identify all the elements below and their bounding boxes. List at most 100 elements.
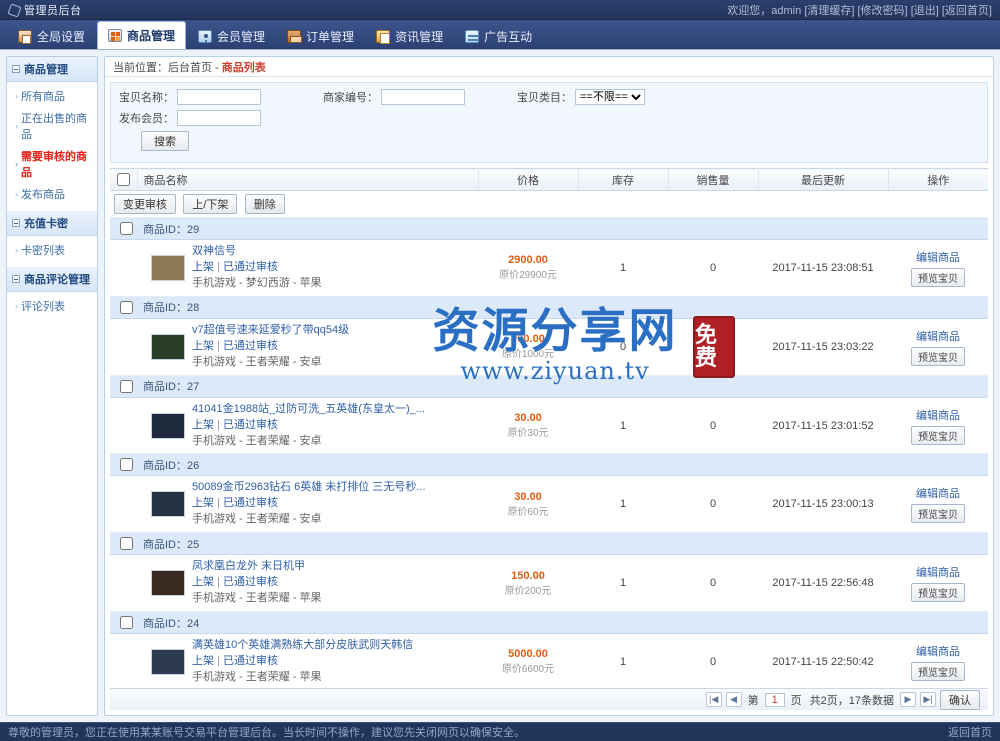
goods-id-label: 商品ID：28 — [137, 295, 988, 319]
last-page-button[interactable]: ▶| — [920, 692, 936, 707]
page-number-input[interactable] — [764, 692, 785, 707]
tab-goods-management[interactable]: 商品管理 — [97, 21, 187, 49]
sidebar-item-card-list[interactable]: › 卡密列表 — [7, 239, 97, 261]
goods-thumbnail[interactable] — [151, 570, 185, 597]
first-page-button[interactable]: |◀ — [705, 692, 722, 707]
edit-goods-link[interactable]: 编辑商品 — [888, 407, 988, 423]
preview-goods-button[interactable]: 预览宝贝 — [911, 504, 965, 524]
goods-title-link[interactable]: 双神信号 — [192, 244, 322, 260]
row-checkbox[interactable] — [120, 300, 133, 314]
goods-thumbnail[interactable] — [151, 254, 185, 281]
change-password-link[interactable]: [修改密码] — [858, 5, 908, 17]
order-icon — [287, 29, 303, 43]
goods-thumbnail[interactable] — [151, 648, 185, 675]
confirm-page-button[interactable]: 确认 — [940, 689, 980, 710]
sidebar-group-title: 充值卡密 — [24, 218, 68, 230]
price-cell: 2900.00 原价29900元 — [478, 239, 578, 297]
sidebar-group-header[interactable]: 商品评论管理 — [7, 267, 97, 292]
select-all-checkbox[interactable] — [117, 173, 131, 186]
sidebar-item-publish-goods[interactable]: › 发布商品 — [7, 183, 97, 205]
back-home-link[interactable]: [返回首页] — [942, 5, 992, 17]
tab-global-settings[interactable]: 全局设置 — [8, 23, 95, 49]
goods-thumbnail[interactable] — [151, 333, 185, 360]
toggle-shelf-button[interactable]: 上/下架 — [183, 194, 238, 214]
sidebar-group-header[interactable]: 商品管理 — [7, 57, 97, 82]
category-select[interactable]: ==不限== — [575, 89, 645, 105]
clear-cache-link[interactable]: [清理缓存] — [804, 5, 854, 17]
header-last-update: 最后更新 — [758, 168, 889, 191]
content-panel: 当前位置：后台首页 - 商品列表 宝贝名称： 商家编号： 宝贝类目： ==不限=… — [104, 56, 994, 716]
page-suffix-label: 页 — [790, 694, 802, 707]
row-select-cell — [110, 217, 137, 240]
edit-goods-link[interactable]: 编辑商品 — [888, 328, 988, 344]
header-sales: 销售量 — [668, 168, 759, 191]
publish-member-input[interactable] — [177, 110, 261, 126]
sidebar-item-all-goods[interactable]: › 所有商品 — [7, 85, 97, 107]
change-review-button[interactable]: 变更审核 — [114, 194, 176, 214]
edit-goods-link[interactable]: 编辑商品 — [888, 249, 988, 265]
prev-page-button[interactable]: ◀ — [725, 692, 742, 707]
price-cell: 30.00 原价30元 — [478, 397, 578, 455]
search-button[interactable]: 搜索 — [141, 131, 189, 151]
tab-ad-interaction[interactable]: 广告互动 — [455, 23, 542, 49]
tab-label: 资讯管理 — [395, 29, 444, 44]
row-checkbox[interactable] — [120, 616, 133, 630]
table-body: 变更审核 上/下架 删除 — [110, 190, 988, 218]
goods-thumbnail[interactable] — [151, 412, 185, 439]
stock-cell: 1 — [578, 475, 668, 534]
edit-goods-link[interactable]: 编辑商品 — [888, 564, 988, 580]
goods-title-link[interactable]: 满英雄10个英雄满熟练大部分皮肤武则天韩信 — [192, 638, 413, 654]
price-cell: 900.00 原价1000元 — [478, 318, 578, 376]
preview-goods-button[interactable]: 预览宝贝 — [911, 425, 965, 445]
delete-button[interactable]: 删除 — [244, 194, 285, 214]
original-price: 原价30元 — [507, 428, 549, 440]
sales-cell: 0 — [668, 397, 758, 455]
header-price: 价格 — [478, 168, 579, 191]
goods-name-input[interactable] — [177, 89, 261, 105]
preview-goods-button[interactable]: 预览宝贝 — [911, 583, 965, 603]
merchant-no-field: 商家编号： — [323, 89, 465, 105]
sidebar-item-on-sale-goods[interactable]: › 正在出售的商品 — [7, 107, 97, 145]
goods-title-link[interactable]: 凤求凰白龙外 末日机甲 — [192, 559, 322, 575]
goods-category: 手机游戏 - 王者荣耀 - 苹果 — [192, 592, 322, 605]
tab-order-management[interactable]: 订单管理 — [277, 23, 364, 49]
goods-title-link[interactable]: v7超值号速来延爱秒了带qq54级 — [192, 323, 349, 339]
edit-goods-link[interactable]: 编辑商品 — [888, 643, 988, 659]
goods-id-label: 商品ID：26 — [137, 453, 988, 477]
sidebar-item-pending-review-goods[interactable]: › 需要审核的商品 — [7, 145, 97, 183]
table-row: 凤求凰白龙外 末日机甲 上架 | 已通过审核 手机游戏 - 王者荣耀 - 苹果 150… — [110, 554, 988, 613]
merchant-no-input[interactable] — [381, 89, 465, 105]
row-checkbox[interactable] — [120, 537, 133, 551]
tab-news-management[interactable]: 资讯管理 — [366, 23, 453, 49]
row-checkbox[interactable] — [120, 222, 133, 235]
preview-goods-button[interactable]: 预览宝贝 — [911, 267, 965, 287]
goods-name-cell: 双神信号 上架 | 已通过审核 手机游戏 - 梦幻西游 - 苹果 — [137, 239, 478, 297]
header-goods-name: 商品名称 — [137, 168, 479, 191]
review-status: 已通过审核 — [222, 576, 278, 589]
collapse-icon[interactable] — [12, 219, 20, 227]
goods-name-cell: 41041金1988站_过防可洗_五英雄(东皇太一)_... 上架 | 已通过审核… — [137, 397, 478, 455]
goods-category: 手机游戏 - 王者荣耀 - 安卓 — [192, 513, 322, 526]
goods-title-link[interactable]: 41041金1988站_过防可洗_五英雄(东皇太一)_... — [192, 402, 425, 418]
goods-thumbnail[interactable] — [151, 491, 185, 518]
goods-name-cell: 50089金币2963钻石 6英雄 未打排位 三无号秒... 上架 | 已通过审核… — [137, 475, 478, 534]
row-checkbox[interactable] — [120, 379, 133, 393]
tab-member-management[interactable]: 会员管理 — [188, 23, 275, 49]
stock-cell: 1 — [578, 239, 668, 297]
stock-cell: 1 — [578, 554, 668, 613]
sidebar-group-header[interactable]: 充值卡密 — [7, 211, 97, 236]
collapse-icon[interactable] — [12, 65, 20, 73]
row-checkbox[interactable] — [120, 458, 133, 472]
next-page-button[interactable]: ▶ — [900, 692, 916, 707]
goods-title-link[interactable]: 50089金币2963钻石 6英雄 未打排位 三无号秒... — [192, 480, 426, 496]
original-price: 原价60元 — [507, 506, 549, 518]
preview-goods-button[interactable]: 预览宝贝 — [911, 661, 965, 681]
select-all-header — [110, 168, 138, 191]
footer-home-link[interactable]: 返回首页 — [948, 724, 992, 740]
operation-cell: 编辑商品 预览宝贝 — [888, 475, 988, 534]
preview-goods-button[interactable]: 预览宝贝 — [911, 346, 965, 366]
sidebar-item-comment-list[interactable]: › 评论列表 — [7, 295, 97, 317]
edit-goods-link[interactable]: 编辑商品 — [888, 485, 988, 501]
collapse-icon[interactable] — [12, 275, 20, 283]
logout-link[interactable]: [退出] — [911, 5, 939, 17]
